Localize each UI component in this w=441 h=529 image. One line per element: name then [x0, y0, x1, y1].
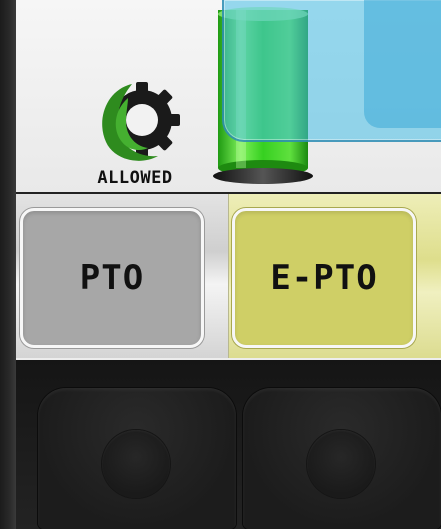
key-dimple [102, 430, 170, 498]
e-pto-button[interactable]: E-PTO [232, 208, 416, 348]
gear-leaf-logo-icon [102, 82, 180, 161]
allowed-label: ALLOWED [97, 168, 173, 188]
key-dimple [307, 430, 375, 498]
status-area: ALLOWED [16, 0, 441, 192]
blue-panel-inner [364, 0, 441, 128]
pto-button-label: PTO [79, 258, 145, 298]
hardware-key-left[interactable] [38, 388, 236, 529]
blue-display-panel [222, 0, 441, 142]
pto-button[interactable]: PTO [20, 208, 204, 348]
e-pto-button-label: E-PTO [270, 258, 378, 298]
hardware-key-right[interactable] [243, 388, 441, 529]
left-bezel [0, 0, 16, 529]
